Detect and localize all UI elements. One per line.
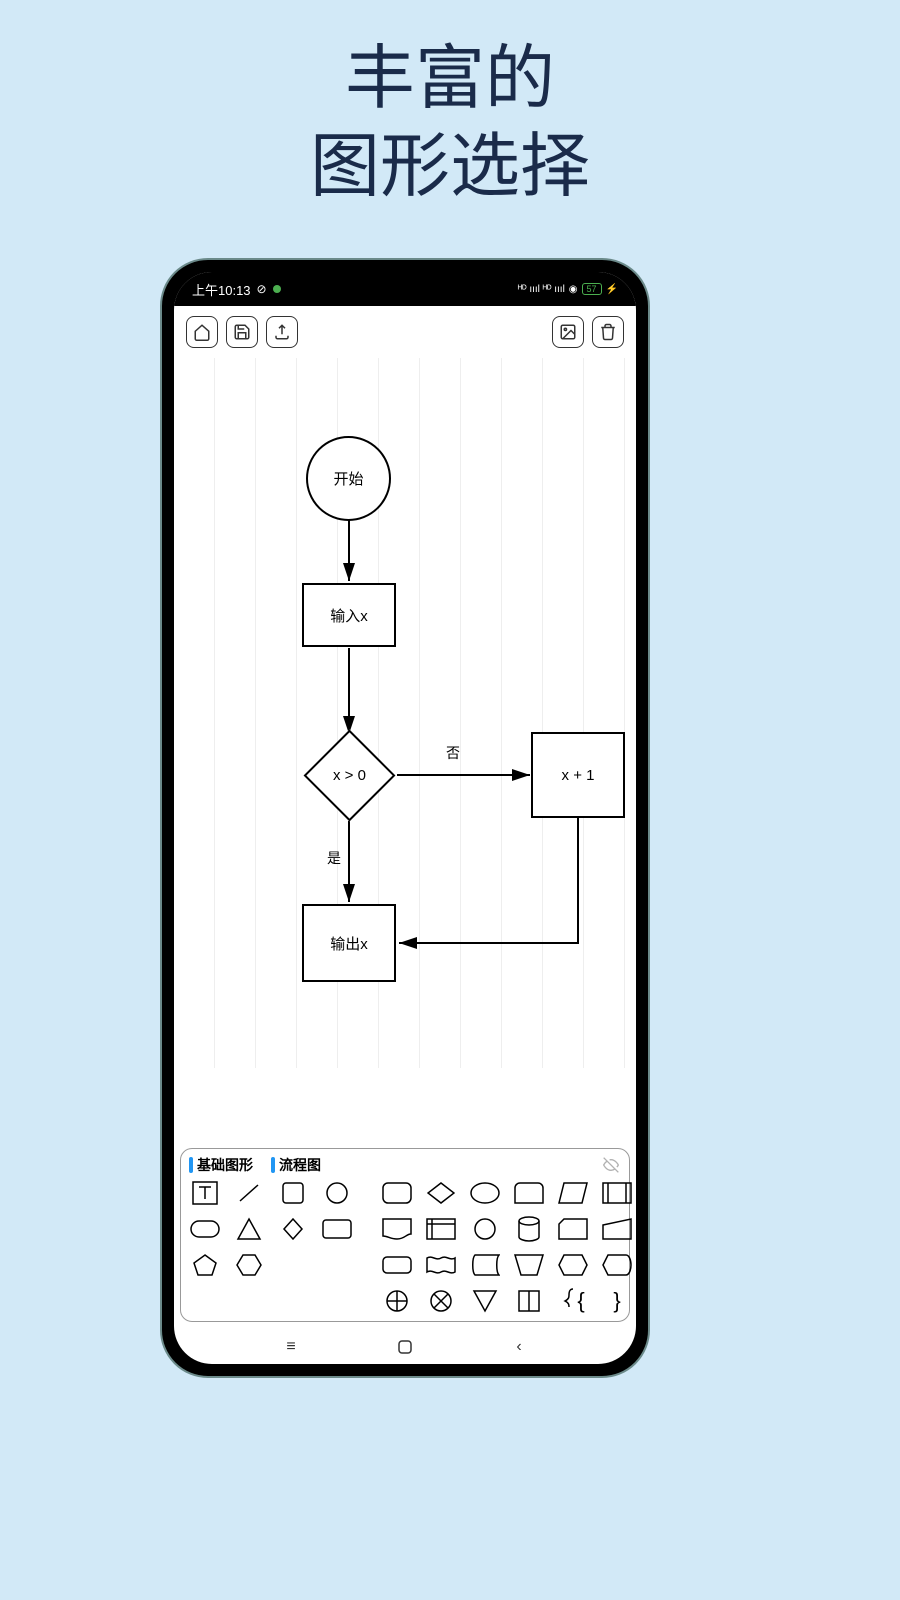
delete-button[interactable]: [592, 316, 624, 348]
flow-decision-node[interactable]: x > 0: [304, 730, 396, 822]
visibility-toggle-icon[interactable]: [601, 1157, 621, 1173]
shape-rounded-rect[interactable]: [381, 1179, 413, 1207]
phone-frame: 上午10:13 ⊘ ᴴᴰ ıııl ᴴᴰ ıııl ◉ 57 ⚡: [160, 258, 650, 1378]
shape-predefined[interactable]: [601, 1179, 633, 1207]
nav-back[interactable]: ‹: [510, 1338, 528, 1356]
shape-triangle[interactable]: [233, 1215, 265, 1243]
shape-panel: 基础图形 流程图: [180, 1148, 630, 1322]
camera-notch: [398, 284, 412, 298]
battery-indicator: 57: [582, 283, 602, 295]
canvas-area[interactable]: 开始 输入x x > 0 否 是 x + 1 输出x: [174, 358, 636, 1068]
heading-line1: 丰富的: [0, 35, 900, 123]
flow-process-node[interactable]: x + 1: [531, 732, 625, 818]
process-label: x + 1: [562, 767, 595, 784]
shape-manual-input[interactable]: [601, 1215, 633, 1243]
shape-display[interactable]: [601, 1251, 633, 1279]
nav-home[interactable]: [396, 1338, 414, 1356]
status-time: 上午10:13: [192, 280, 251, 299]
shape-rect[interactable]: [321, 1215, 353, 1243]
flow-start-node[interactable]: 开始: [306, 436, 391, 521]
shape-parallelogram[interactable]: [557, 1179, 589, 1207]
image-button[interactable]: [552, 316, 584, 348]
decision-label: x > 0: [333, 767, 366, 784]
wifi-icon: ◉: [569, 284, 578, 295]
mute-icon: ⊘: [257, 282, 267, 296]
indicator-dot: [273, 285, 281, 293]
shape-hexagon[interactable]: [233, 1251, 265, 1279]
shape-wavy[interactable]: [425, 1251, 457, 1279]
shape-hexagon-flat[interactable]: [557, 1251, 589, 1279]
promo-heading: 丰富的 图形选择: [0, 0, 900, 210]
flow-output-node[interactable]: 输出x: [302, 904, 396, 982]
shape-stored-data[interactable]: [469, 1251, 501, 1279]
share-button[interactable]: [266, 316, 298, 348]
shape-pill[interactable]: [189, 1215, 221, 1243]
input-label: 输入x: [330, 605, 368, 626]
phone-screen: 上午10:13 ⊘ ᴴᴰ ıııl ᴴᴰ ıııl ◉ 57 ⚡: [174, 272, 636, 1364]
system-nav: ≡ ‹: [174, 1338, 636, 1356]
flow-input-node[interactable]: 输入x: [302, 583, 396, 647]
shape-cylinder[interactable]: [513, 1215, 545, 1243]
start-label: 开始: [333, 468, 363, 489]
yes-label: 是: [327, 848, 341, 868]
shape-text[interactable]: [189, 1179, 221, 1207]
shape-trapezoid[interactable]: [513, 1251, 545, 1279]
shape-diamond[interactable]: [425, 1179, 457, 1207]
heading-line2: 图形选择: [0, 123, 900, 211]
shape-summing[interactable]: [381, 1287, 413, 1315]
shape-diamond-small[interactable]: [277, 1215, 309, 1243]
signal-icon: ᴴᴰ ıııl ᴴᴰ ıııl: [518, 284, 565, 295]
status-right: ᴴᴰ ıııl ᴴᴰ ıııl ◉ 57 ⚡: [518, 283, 618, 295]
shape-or[interactable]: [425, 1287, 457, 1315]
shape-line[interactable]: [233, 1179, 265, 1207]
tab2-label: 流程图: [279, 1155, 321, 1175]
shape-circle[interactable]: [321, 1179, 353, 1207]
shape-rounded-tab[interactable]: [513, 1179, 545, 1207]
no-label: 否: [446, 743, 460, 763]
shape-merge[interactable]: [469, 1287, 501, 1315]
tab1-label: 基础图形: [197, 1155, 253, 1175]
shape-direct-data[interactable]: [513, 1287, 545, 1315]
charging-icon: ⚡: [606, 284, 618, 295]
nav-menu[interactable]: ≡: [282, 1338, 300, 1356]
save-button[interactable]: [226, 316, 258, 348]
shape-square[interactable]: [277, 1179, 309, 1207]
shape-connector[interactable]: [469, 1215, 501, 1243]
shape-internal-storage[interactable]: [425, 1215, 457, 1243]
shape-ellipse[interactable]: [469, 1179, 501, 1207]
shape-pentagon[interactable]: [189, 1251, 221, 1279]
shape-terminator[interactable]: [381, 1251, 413, 1279]
tab-basic-shapes[interactable]: 基础图形: [189, 1155, 253, 1175]
tab-flowchart[interactable]: 流程图: [271, 1155, 321, 1175]
shape-brace-left[interactable]: {: [557, 1287, 589, 1315]
output-label: 输出x: [330, 933, 368, 954]
shape-document[interactable]: [381, 1215, 413, 1243]
shape-card[interactable]: [557, 1215, 589, 1243]
home-button[interactable]: [186, 316, 218, 348]
shape-brace-right[interactable]: }: [601, 1287, 633, 1315]
toolbar: [174, 306, 636, 358]
